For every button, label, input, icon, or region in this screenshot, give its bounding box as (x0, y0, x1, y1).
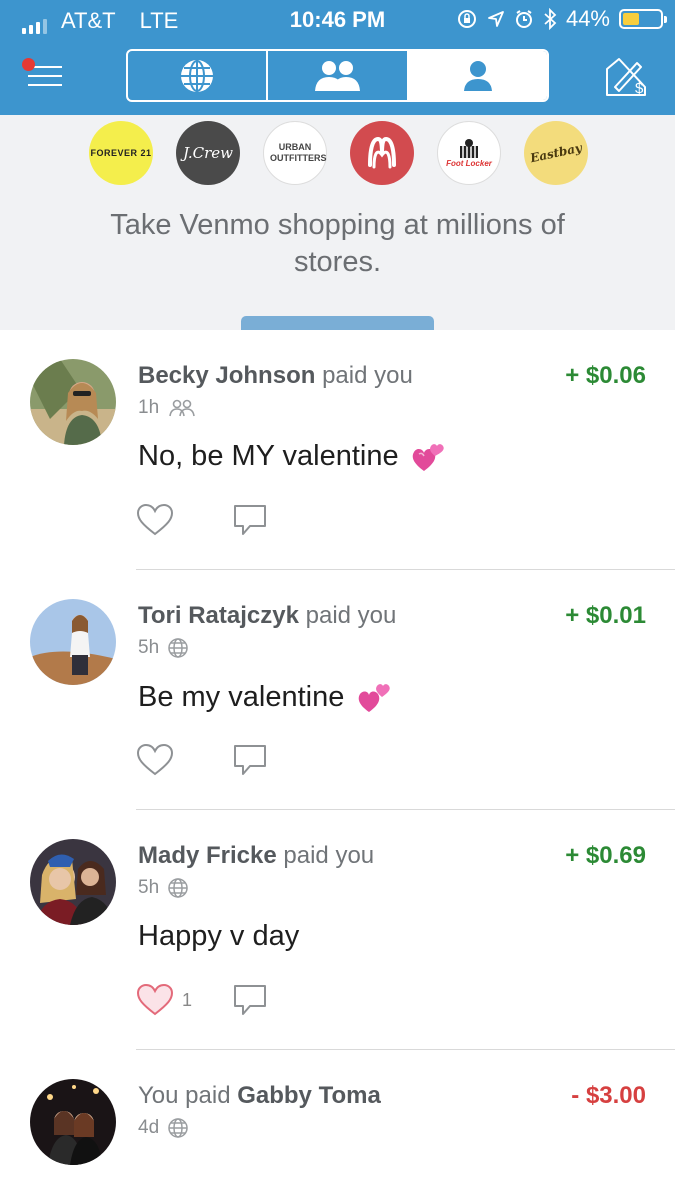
notification-dot (22, 58, 35, 71)
foot-locker-logo-text: Foot Locker (446, 159, 492, 168)
urban-outfitters-logo-text: URBAN OUTFITTERS (270, 142, 327, 163)
timestamp: 4d (138, 1117, 160, 1138)
comment-button[interactable] (232, 982, 268, 1018)
timestamp: 5h (138, 877, 160, 898)
two-hearts-icon (359, 684, 391, 712)
foot-locker-logo: Foot Locker (437, 121, 501, 185)
amount: - $3.00 (571, 1082, 646, 1109)
alarm-icon (515, 10, 532, 28)
story-headline: Becky Johnson paid you (138, 362, 413, 390)
battery-level (623, 13, 639, 25)
banner-message: Take Venmo shopping at millions of store… (110, 209, 565, 278)
story-headline: Mady Fricke paid you (138, 842, 374, 870)
menu-button[interactable] (22, 58, 62, 90)
forever21-logo: FOREVER 21 (89, 121, 153, 185)
avatar[interactable] (30, 359, 116, 445)
tab-public[interactable] (128, 51, 269, 100)
banner-cta-button[interactable] (241, 316, 434, 330)
comment-icon (234, 745, 266, 775)
referee-icon (460, 139, 478, 158)
payment-note: No, be MY valentine (138, 440, 445, 473)
pay-request-icon[interactable]: $ (603, 57, 649, 97)
story-actions (136, 502, 268, 538)
jcrew-logo: J.Crew (176, 121, 240, 185)
urban-outfitters-logo: URBAN OUTFITTERS (263, 121, 327, 185)
globe-icon (168, 878, 188, 898)
like-button[interactable]: 1 (136, 983, 232, 1017)
story-verb: paid you (305, 602, 397, 629)
note-text: Be my valentine (138, 680, 345, 713)
comment-button[interactable] (232, 742, 268, 778)
globe-icon (168, 1118, 188, 1138)
top-bar: AT&T LTE 10:46 PM 44% $ (0, 0, 675, 115)
avatar[interactable] (30, 599, 116, 685)
amount: + $0.01 (565, 602, 646, 629)
feed-story[interactable]: Becky Johnson paid you + $0.06 1h No, be… (0, 330, 675, 570)
story-headline: You paid Gabby Toma (138, 1082, 381, 1110)
timestamp: 5h (138, 637, 160, 658)
story-actions (136, 742, 268, 778)
heart-liked-icon (136, 983, 174, 1016)
like-button[interactable] (136, 503, 232, 537)
story-verb: paid you (283, 842, 375, 869)
story-prefix: You paid (138, 1082, 231, 1109)
comment-icon (234, 985, 266, 1015)
globe-icon (168, 638, 188, 658)
status-bar: AT&T LTE 10:46 PM 44% (0, 0, 675, 38)
avatar[interactable] (30, 1079, 116, 1165)
feed-story[interactable]: You paid Gabby Toma - $3.00 4d (0, 1050, 675, 1180)
forever21-logo-text: FOREVER 21 (90, 148, 152, 158)
story-meta: 5h (138, 637, 189, 659)
feed-story[interactable]: Tori Ratajczyk paid you + $0.01 5h Be my… (0, 570, 675, 810)
avatar[interactable] (30, 839, 116, 925)
revolving-hearts-icon (412, 443, 444, 471)
rotation-lock-icon (457, 10, 476, 28)
target-name[interactable]: Gabby Toma (237, 1082, 381, 1109)
battery-percent: 44% (565, 6, 610, 31)
tab-friends[interactable] (268, 51, 409, 100)
story-meta: 5h (138, 877, 189, 899)
svg-text:$: $ (635, 80, 644, 97)
globe-icon (181, 59, 214, 92)
heart-icon (136, 503, 174, 536)
actor-name[interactable]: Tori Ratajczyk (138, 602, 299, 629)
person-icon (463, 60, 492, 91)
location-icon (488, 11, 504, 27)
note-text: No, be MY valentine (138, 440, 399, 472)
amount: + $0.06 (565, 362, 646, 389)
store-logos: FOREVER 21 J.Crew URBAN OUTFITTERS Foot … (89, 115, 594, 191)
timestamp: 1h (138, 397, 160, 418)
story-headline: Tori Ratajczyk paid you (138, 602, 396, 630)
feed-story[interactable]: Mady Fricke paid you + $0.69 5h Happy v … (0, 810, 675, 1050)
actor-name[interactable]: Mady Fricke (138, 842, 277, 869)
comment-button[interactable] (232, 502, 268, 538)
lululemon-mark-icon (368, 136, 396, 169)
story-verb: paid you (322, 362, 413, 389)
heart-icon (136, 743, 174, 776)
lululemon-logo (350, 121, 414, 185)
feed-tab-control (126, 49, 549, 102)
story-meta: 4d (138, 1117, 189, 1139)
battery-icon (619, 9, 667, 29)
payment-note: Happy v day (138, 920, 299, 953)
jcrew-logo-text: J.Crew (183, 144, 233, 162)
like-count[interactable]: 1 (182, 990, 192, 1011)
story-actions: 1 (136, 982, 268, 1018)
bluetooth-icon (544, 8, 557, 30)
tab-personal[interactable] (408, 51, 547, 100)
amount: + $0.69 (565, 842, 646, 869)
story-meta: 1h (138, 397, 197, 419)
actor-name[interactable]: Becky Johnson (138, 362, 315, 389)
transaction-feed: Becky Johnson paid you + $0.06 1h No, be… (0, 330, 675, 1180)
friends-icon (315, 60, 361, 91)
comment-icon (234, 505, 266, 535)
eastbay-logo-text: Eastbay (528, 140, 584, 166)
eastbay-logo: Eastbay (518, 115, 594, 191)
payment-note: Be my valentine (138, 680, 392, 714)
note-text: Happy v day (138, 920, 300, 952)
like-button[interactable] (136, 743, 232, 777)
shopping-banner: FOREVER 21 J.Crew URBAN OUTFITTERS Foot … (0, 115, 675, 330)
friends-icon (169, 399, 195, 417)
